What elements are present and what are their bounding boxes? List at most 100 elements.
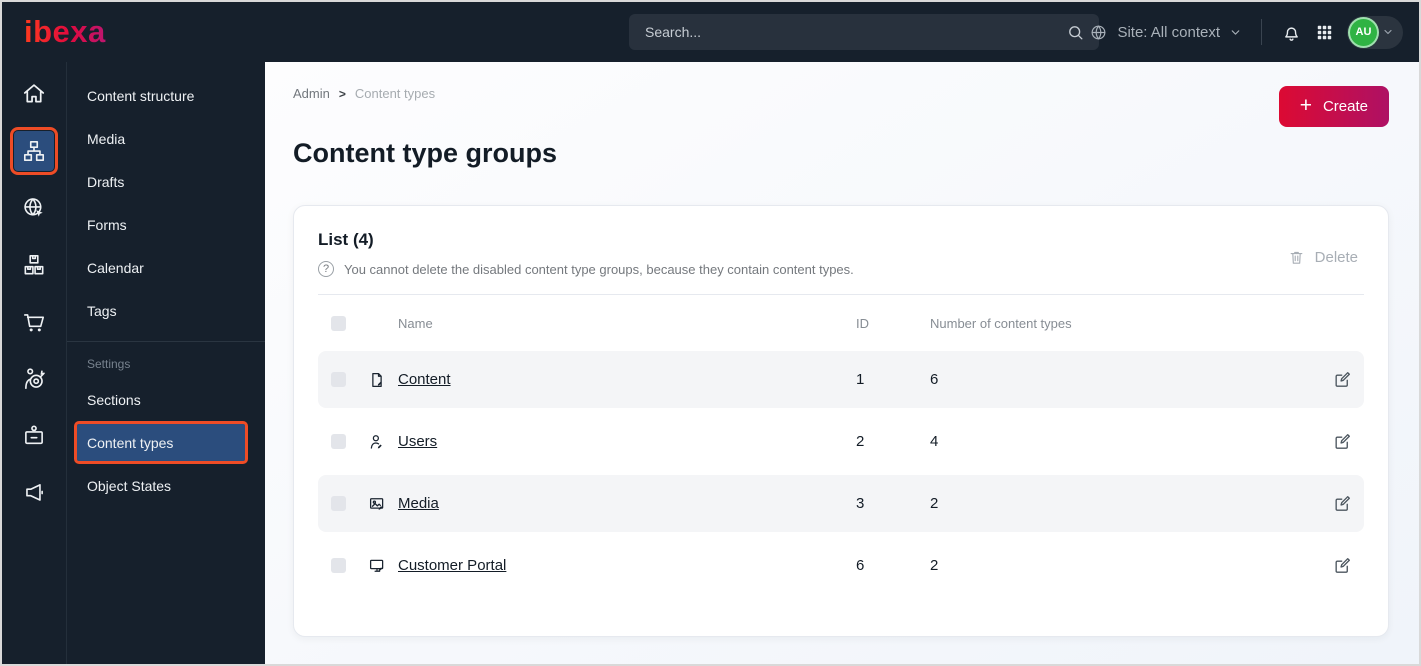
table-header-row: Name ID Number of content types	[318, 295, 1364, 351]
sidebar-item-sections[interactable]: Sections	[67, 378, 265, 421]
shopping-cart-icon	[21, 309, 47, 335]
globe-icon	[1089, 23, 1108, 42]
column-header-count: Number of content types	[930, 315, 1072, 331]
table-row: Users 2 4	[318, 413, 1364, 470]
user-menu[interactable]: AU	[1347, 15, 1403, 49]
content-file-icon	[368, 371, 398, 389]
edit-group-button[interactable]	[1327, 555, 1358, 576]
rail-campaign-button[interactable]	[14, 473, 54, 513]
row-checkbox[interactable]	[331, 372, 346, 387]
search-icon[interactable]	[1066, 23, 1085, 42]
grid-icon	[1315, 23, 1334, 42]
edit-group-button[interactable]	[1327, 493, 1358, 514]
sidebar-divider	[67, 341, 265, 342]
rail-dashboard-button[interactable]	[14, 74, 54, 114]
site-globe-icon	[21, 195, 47, 221]
group-link-customer-portal[interactable]: Customer Portal	[398, 557, 506, 574]
id-badge-icon	[21, 423, 47, 449]
content-type-groups-panel: List (4) ? You cannot delete the disable…	[293, 205, 1389, 637]
edit-icon	[1333, 556, 1352, 575]
site-context-selector[interactable]: Site: All context	[1089, 23, 1242, 42]
breadcrumb-current: Content types	[354, 86, 436, 101]
group-count: 6	[930, 371, 939, 388]
top-bar-actions: Site: All context AU	[1089, 2, 1403, 62]
main-content: Admin > Content types + Create Content t…	[265, 62, 1419, 664]
delete-button[interactable]: Delete	[1282, 248, 1364, 267]
row-checkbox[interactable]	[331, 558, 346, 573]
delete-button-label: Delete	[1314, 249, 1358, 266]
breadcrumb-separator: >	[338, 86, 346, 101]
edit-icon	[1333, 494, 1352, 513]
list-hint: ? You cannot delete the disabled content…	[318, 261, 1364, 277]
app-grid-button[interactable]	[1315, 23, 1334, 42]
table-row: Media 3 2	[318, 475, 1364, 532]
content-structure-icon	[21, 138, 47, 164]
sidebar-item-tags[interactable]: Tags	[67, 289, 265, 332]
bell-icon	[1281, 22, 1302, 43]
column-header-id: ID	[856, 315, 869, 331]
group-id: 2	[856, 433, 865, 450]
app-window: ibexa Site: All context	[0, 0, 1421, 666]
breadcrumb: Admin > Content types	[293, 86, 435, 101]
group-count: 2	[930, 557, 939, 574]
create-button-label: Create	[1322, 98, 1368, 115]
topbar-divider	[1261, 19, 1262, 45]
group-link-users[interactable]: Users	[398, 433, 437, 450]
sidebar-settings-heading: Settings	[87, 357, 131, 371]
rail-site-button[interactable]	[14, 188, 54, 228]
list-hint-text: You cannot delete the disabled content t…	[344, 261, 854, 277]
row-checkbox[interactable]	[331, 434, 346, 449]
edit-group-button[interactable]	[1327, 369, 1358, 390]
rail-product-catalog-button[interactable]	[14, 245, 54, 285]
sidebar-item-content-structure[interactable]: Content structure	[67, 74, 265, 117]
rail-personalization-button[interactable]	[14, 359, 54, 399]
rail-admin-button[interactable]	[14, 416, 54, 456]
global-search	[629, 14, 1099, 50]
group-count: 4	[930, 433, 939, 450]
top-bar: ibexa Site: All context	[2, 2, 1419, 62]
breadcrumb-admin[interactable]: Admin	[293, 86, 330, 101]
chevron-down-icon	[1382, 26, 1394, 38]
edit-group-button[interactable]	[1327, 431, 1358, 452]
sidebar-item-calendar[interactable]: Calendar	[67, 246, 265, 289]
sidebar-item-content-types[interactable]: Content types	[74, 421, 248, 464]
rail-content-button[interactable]	[10, 127, 58, 175]
column-header-name: Name	[398, 315, 433, 331]
group-id: 1	[856, 371, 865, 388]
icon-rail	[2, 62, 67, 664]
sidebar-item-media[interactable]: Media	[67, 117, 265, 160]
rail-commerce-button[interactable]	[14, 302, 54, 342]
search-input[interactable]	[643, 23, 1066, 41]
group-link-media[interactable]: Media	[398, 495, 439, 512]
trash-icon	[1288, 249, 1305, 266]
chevron-down-icon	[1229, 26, 1242, 39]
site-context-label: Site: All context	[1117, 23, 1220, 41]
home-icon	[21, 81, 47, 107]
page-title: Content type groups	[293, 138, 557, 168]
sidebar-item-drafts[interactable]: Drafts	[67, 160, 265, 203]
edit-icon	[1333, 370, 1352, 389]
sidebar-item-object-states[interactable]: Object States	[67, 464, 265, 507]
ibexa-logo[interactable]: ibexa	[24, 14, 106, 50]
list-title: List (4)	[318, 230, 374, 249]
table-row: Customer Portal 6 2	[318, 537, 1364, 594]
group-id: 3	[856, 495, 865, 512]
users-icon	[368, 433, 398, 451]
notifications-button[interactable]	[1281, 22, 1302, 43]
avatar: AU	[1350, 18, 1377, 46]
personalization-target-icon	[21, 366, 47, 392]
group-id: 6	[856, 557, 865, 574]
megaphone-icon	[21, 480, 47, 506]
group-count: 2	[930, 495, 939, 512]
customer-portal-icon	[368, 557, 398, 575]
sidebar-item-forms[interactable]: Forms	[67, 203, 265, 246]
media-image-icon	[368, 495, 398, 513]
row-checkbox[interactable]	[331, 496, 346, 511]
create-button[interactable]: + Create	[1278, 86, 1389, 127]
edit-icon	[1333, 432, 1352, 451]
sidebar-menu: Content structure Media Drafts Forms Cal…	[67, 62, 265, 664]
help-icon: ?	[318, 261, 334, 277]
table-row: Content 1 6	[318, 351, 1364, 408]
select-all-checkbox[interactable]	[331, 315, 346, 331]
group-link-content[interactable]: Content	[398, 371, 451, 388]
